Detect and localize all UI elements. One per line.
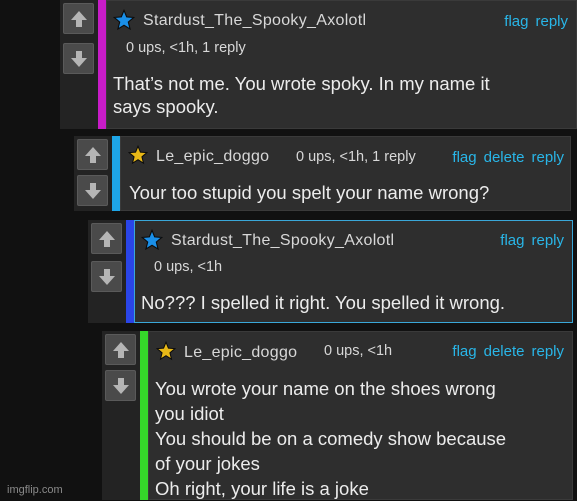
blue-star-icon	[141, 229, 163, 251]
gold-star-icon	[128, 145, 148, 165]
downvote-button[interactable]	[63, 43, 94, 74]
blue-star-icon	[113, 9, 135, 31]
vote-column	[74, 136, 112, 211]
flag-link[interactable]: flag	[504, 13, 528, 30]
comment-line: Oh right, your life is a joke	[155, 478, 369, 499]
arrow-up-icon	[71, 11, 87, 27]
vote-column	[60, 0, 98, 129]
comment-text: Your too stupid you spelt your name wron…	[129, 181, 489, 204]
delete-link[interactable]: delete	[484, 149, 525, 166]
arrow-up-icon	[99, 231, 115, 247]
comment-actions: flag reply	[493, 232, 564, 249]
comment-body: Stardust_The_Spooky_Axolotl flag reply 0 …	[134, 220, 573, 323]
arrow-down-icon	[71, 51, 87, 67]
imgflip-watermark: imgflip.com	[7, 484, 63, 496]
vote-column	[102, 331, 140, 500]
comment-meta: 0 ups, <1h, 1 reply	[126, 40, 246, 56]
thread-bar	[112, 136, 120, 211]
comment-line: No??? I spelled it right. You spelled it…	[141, 292, 506, 313]
downvote-button[interactable]	[105, 370, 136, 401]
username-link[interactable]: Stardust_The_Spooky_Axolotl	[171, 232, 394, 250]
username-link[interactable]: Stardust_The_Spooky_Axolotl	[143, 12, 366, 30]
comment: Stardust_The_Spooky_Axolotl flag reply 0 …	[88, 220, 573, 323]
comment-line: You should be on a comedy show because	[155, 428, 507, 449]
comment-line: Your too stupid you spelt your name wron…	[129, 182, 490, 203]
flag-link[interactable]: flag	[500, 232, 524, 249]
upvote-button[interactable]	[105, 334, 136, 365]
comment-line: of your jokes	[155, 453, 260, 474]
arrow-down-icon	[113, 378, 129, 394]
arrow-down-icon	[99, 269, 115, 285]
delete-link[interactable]: delete	[484, 343, 525, 360]
comment-actions: flag delete reply	[445, 149, 564, 166]
gold-star-icon	[156, 341, 176, 361]
downvote-button[interactable]	[91, 261, 122, 292]
comment-actions: flag delete reply	[445, 343, 564, 360]
reply-link[interactable]: reply	[531, 149, 564, 166]
comment: Le_epic_doggo 0 ups, <1h flag delete reply…	[102, 331, 573, 500]
comment-actions: flag reply	[497, 13, 568, 30]
arrow-down-icon	[85, 183, 101, 199]
comment-body: Stardust_The_Spooky_Axolotl flag reply 0 …	[106, 0, 577, 129]
comment-line: You wrote your name on the shoes wrong	[155, 378, 496, 399]
comment-text: That’s not me. You wrote spoky. In my na…	[113, 72, 490, 118]
username-link[interactable]: Le_epic_doggo	[156, 148, 269, 166]
comment-meta: 0 ups, <1h	[154, 259, 223, 275]
reply-link[interactable]: reply	[531, 343, 564, 360]
flag-link[interactable]: flag	[452, 343, 476, 360]
comment: Stardust_The_Spooky_Axolotl flag reply 0 …	[60, 0, 577, 129]
reply-link[interactable]: reply	[535, 13, 568, 30]
thread-bar	[126, 220, 134, 323]
comment-body: Le_epic_doggo 0 ups, <1h flag delete reply…	[148, 331, 573, 500]
reply-link[interactable]: reply	[531, 232, 564, 249]
comment-text: No??? I spelled it right. You spelled it…	[141, 291, 505, 314]
vote-column	[88, 220, 126, 323]
thread-bar	[98, 0, 106, 129]
arrow-up-icon	[113, 342, 129, 358]
flag-link[interactable]: flag	[452, 149, 476, 166]
upvote-button[interactable]	[63, 3, 94, 34]
comment-line: That’s not me. You wrote spoky. In my na…	[113, 73, 490, 94]
comment-meta: 0 ups, <1h	[324, 343, 393, 359]
arrow-up-icon	[85, 147, 101, 163]
thread-bar	[140, 331, 148, 500]
upvote-button[interactable]	[77, 139, 108, 170]
comment-line: says spooky.	[113, 96, 219, 117]
comment: Le_epic_doggo 0 ups, <1h, 1 reply flag de…	[74, 136, 571, 211]
comment-line: you idiot	[155, 403, 224, 424]
comment-text: You wrote your name on the shoes wrong y…	[155, 376, 506, 501]
username-link[interactable]: Le_epic_doggo	[184, 344, 297, 362]
comment-meta: 0 ups, <1h, 1 reply	[296, 149, 416, 165]
upvote-button[interactable]	[91, 223, 122, 254]
comment-body: Le_epic_doggo 0 ups, <1h, 1 reply flag de…	[120, 136, 571, 211]
downvote-button[interactable]	[77, 175, 108, 206]
